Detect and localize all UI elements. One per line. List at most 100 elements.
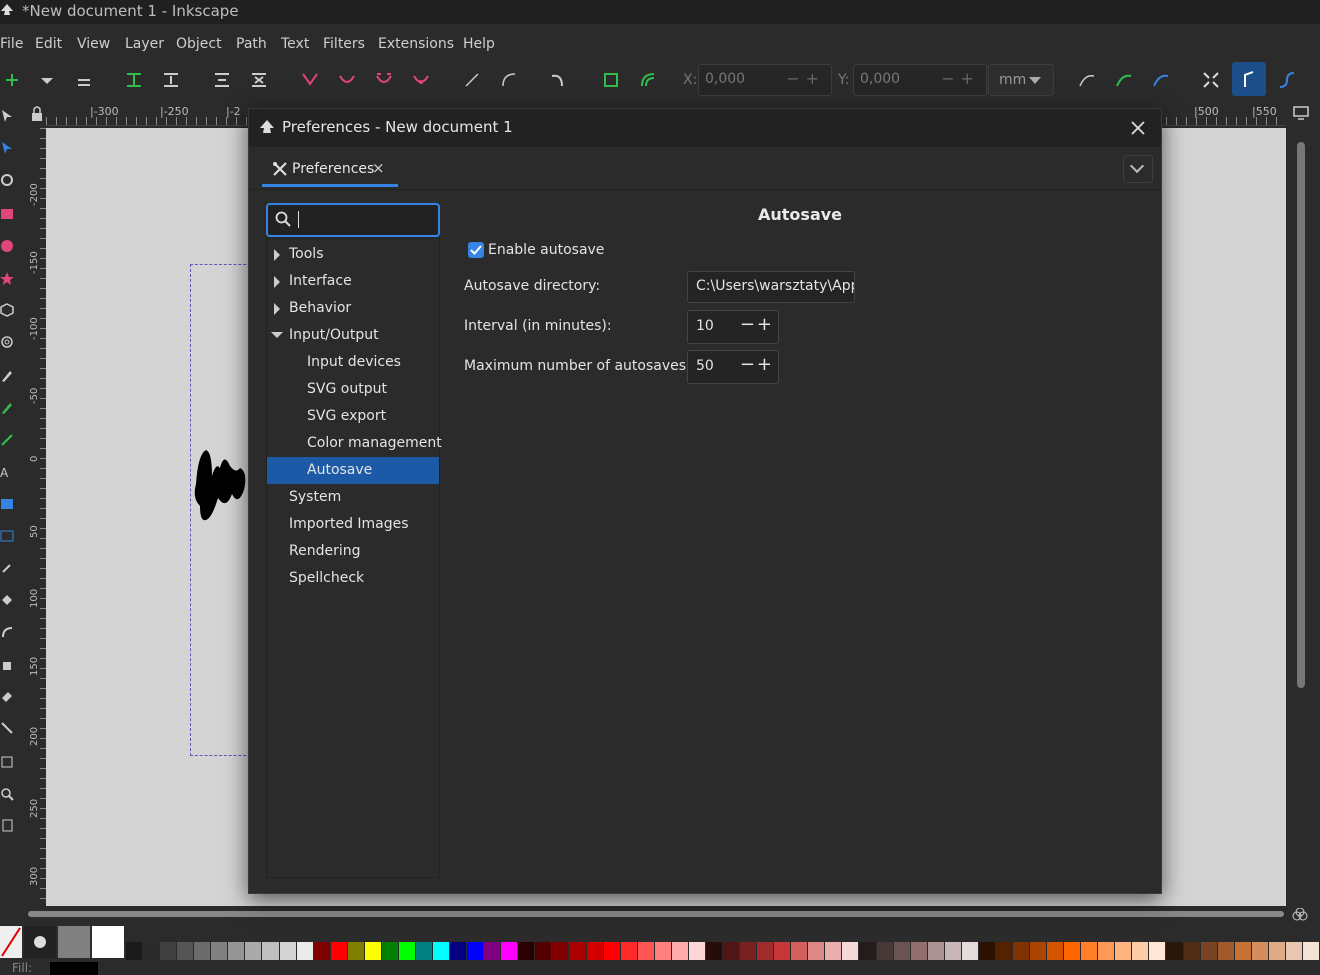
close-button[interactable]	[1127, 117, 1149, 139]
interval-spinbutton[interactable]: 10 −+	[687, 310, 779, 344]
palette-swatch[interactable]	[1234, 942, 1251, 960]
node-outline-toggle[interactable]	[1232, 62, 1266, 96]
palette-swatch[interactable]	[1268, 942, 1285, 960]
show-handles-icon[interactable]	[1077, 70, 1097, 90]
palette-swatch[interactable]	[1200, 942, 1217, 960]
palette-swatch[interactable]	[398, 942, 415, 960]
tree-item-autosave[interactable]: Autosave	[267, 457, 439, 484]
tab-menu-button[interactable]	[1123, 155, 1153, 183]
ellipse-tool-icon[interactable]	[0, 239, 14, 253]
menu-view[interactable]: View	[77, 36, 110, 52]
unit-select[interactable]: mm	[988, 64, 1054, 96]
palette-swatch[interactable]	[535, 942, 552, 960]
path-effect-icon[interactable]	[638, 70, 658, 90]
palette-swatch[interactable]	[1030, 942, 1047, 960]
palette-swatch[interactable]	[484, 942, 501, 960]
palette-swatch[interactable]	[177, 942, 194, 960]
eraser-tool-icon[interactable]	[0, 689, 14, 703]
palette-swatch[interactable]	[313, 942, 330, 960]
pen-tool-icon[interactable]	[0, 369, 14, 383]
tree-item-svg-output[interactable]: SVG output	[267, 376, 439, 403]
no-paint-swatch[interactable]	[0, 926, 22, 958]
menu-object[interactable]: Object	[176, 36, 222, 52]
smooth-node-icon[interactable]	[337, 70, 357, 90]
palette-swatch[interactable]	[1098, 942, 1115, 960]
palette-swatch[interactable]	[654, 942, 671, 960]
menu-edit[interactable]: Edit	[35, 36, 62, 52]
close-tab-icon[interactable]: ×	[372, 159, 385, 177]
palette-swatch[interactable]	[1166, 942, 1183, 960]
menu-filters[interactable]: Filters	[323, 36, 365, 52]
expand-arrow-icon[interactable]	[274, 303, 280, 315]
segment-curve-icon[interactable]	[499, 70, 519, 90]
menu-layer[interactable]: Layer	[125, 36, 164, 52]
white-swatch[interactable]	[92, 926, 124, 958]
palette-swatch[interactable]	[467, 942, 484, 960]
spray-tool-icon[interactable]	[0, 657, 14, 671]
palette-swatch[interactable]	[1251, 942, 1268, 960]
delete-node-icon[interactable]	[74, 70, 94, 90]
tree-item-color-management[interactable]: Color management	[267, 430, 442, 457]
path-outline-icon[interactable]	[1277, 70, 1297, 90]
y-coordinate-field[interactable]: 0,000 −+	[853, 64, 987, 96]
menu-file[interactable]: File	[0, 36, 23, 52]
palette-swatch[interactable]	[433, 942, 450, 960]
palette-swatch[interactable]	[808, 942, 825, 960]
search-input[interactable]	[266, 203, 440, 237]
selector-tool-icon[interactable]	[0, 109, 14, 123]
palette-swatch[interactable]	[620, 942, 637, 960]
cusp-node-icon[interactable]	[300, 70, 320, 90]
measure-tool-icon[interactable]	[0, 755, 14, 769]
break-path-icon[interactable]	[161, 70, 181, 90]
tree-item-system[interactable]: System	[267, 484, 439, 511]
fill-indicator[interactable]	[50, 962, 98, 975]
3d-box-tool-icon[interactable]	[0, 303, 14, 317]
palette-swatch[interactable]	[1285, 942, 1302, 960]
menu-help[interactable]: Help	[463, 36, 495, 52]
pages-tool-icon[interactable]	[0, 819, 14, 833]
palette-swatch[interactable]	[1012, 942, 1030, 960]
star-tool-icon[interactable]	[0, 271, 14, 285]
palette-swatch[interactable]	[671, 942, 688, 960]
palette-swatch[interactable]	[262, 942, 279, 960]
palette-swatch[interactable]	[1081, 942, 1098, 960]
palette-swatch[interactable]	[126, 942, 143, 960]
connector-tool-icon[interactable]	[0, 721, 14, 735]
palette-swatch[interactable]	[1302, 942, 1319, 960]
enable-autosave-label[interactable]: Enable autosave	[488, 242, 604, 258]
palette-swatch[interactable]	[688, 942, 705, 960]
segment-line-icon[interactable]	[462, 70, 482, 90]
palette-swatch[interactable]	[603, 942, 620, 960]
palette-swatch[interactable]	[160, 942, 177, 960]
max-autosaves-spinbutton[interactable]: 50 −+	[687, 350, 779, 384]
autosave-directory-field[interactable]: C:\Users\warsztaty\App	[687, 271, 855, 303]
symmetric-node-icon[interactable]	[374, 70, 394, 90]
palette-swatch[interactable]	[518, 942, 535, 960]
paint-bucket-tool-icon[interactable]	[0, 593, 14, 607]
display-mode-icon[interactable]	[1292, 104, 1310, 122]
color-manage-icon[interactable]	[1292, 908, 1308, 922]
pencil-tool-icon[interactable]	[0, 401, 14, 415]
palette-swatch[interactable]	[143, 942, 160, 960]
tree-item-tools[interactable]: Tools	[267, 241, 439, 268]
palette-swatch[interactable]	[211, 942, 228, 960]
palette-swatch[interactable]	[978, 942, 995, 960]
tree-item-input-output[interactable]: Input/Output	[267, 322, 439, 349]
tweak-brush-tool-icon[interactable]	[0, 625, 14, 639]
max-autosaves-stepper-icon[interactable]: −+	[740, 354, 774, 375]
spiral-tool-icon[interactable]	[0, 335, 14, 349]
y-stepper-icon[interactable]: −+	[941, 69, 980, 88]
palette-swatch[interactable]	[1115, 942, 1132, 960]
enable-autosave-checkbox[interactable]	[468, 242, 484, 258]
palette-swatch[interactable]	[723, 942, 740, 960]
delete-segment-icon[interactable]	[249, 70, 269, 90]
x-coordinate-field[interactable]: 0,000 −+	[698, 64, 832, 96]
tree-item-behavior[interactable]: Behavior	[267, 295, 439, 322]
palette-swatch[interactable]	[961, 942, 978, 960]
palette-swatch[interactable]	[859, 942, 876, 960]
x-stepper-icon[interactable]: −+	[786, 69, 825, 88]
palette-swatch[interactable]	[501, 942, 518, 960]
palette-swatch[interactable]	[944, 942, 961, 960]
auto-smooth-node-icon[interactable]	[411, 70, 431, 90]
stroke-to-path-icon[interactable]	[601, 70, 621, 90]
